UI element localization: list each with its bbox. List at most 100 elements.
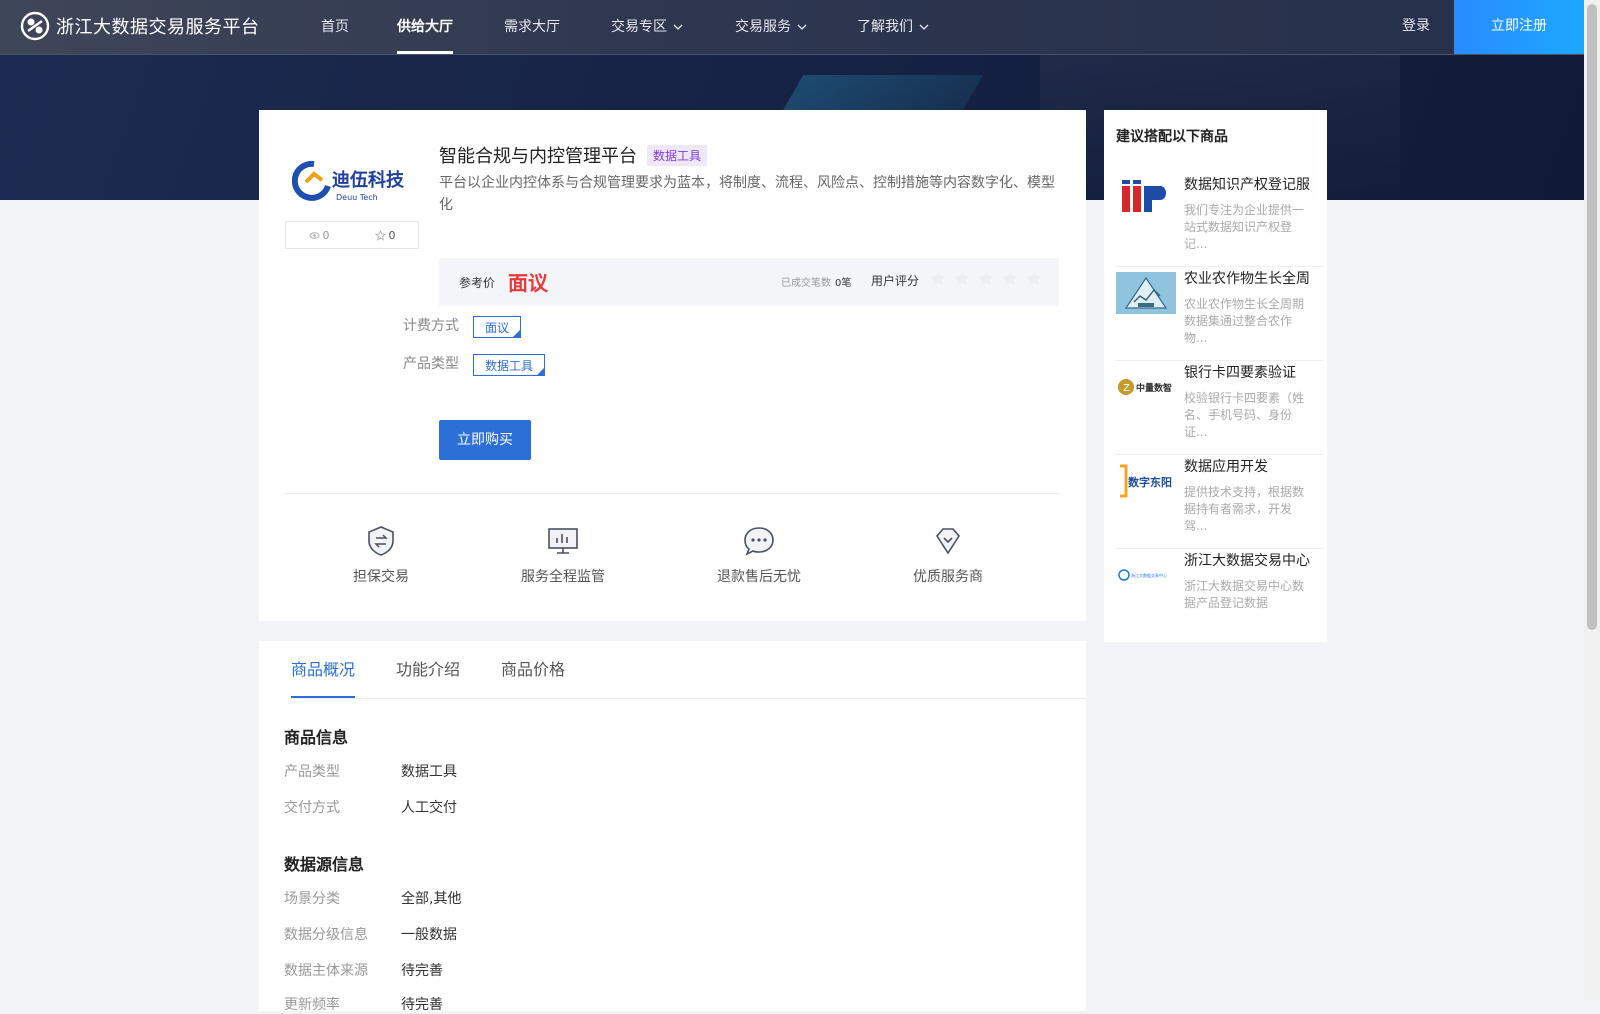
guarantee-escrow: 担保交易: [353, 524, 409, 586]
info-label: 场景分类: [284, 891, 340, 907]
rec-thumbnail: 数字东阳: [1116, 460, 1176, 502]
chevron-down-icon: [673, 24, 683, 30]
rating-stars: [929, 270, 1049, 288]
nav-supply-hall[interactable]: 供给大厅: [397, 0, 453, 54]
guarantee-label: 优质服务商: [913, 569, 983, 585]
rec-thumbnail: 浙江大数据交易中心: [1116, 554, 1176, 596]
billing-label: 计费方式: [403, 318, 459, 334]
product-card: 迪伍科技 Deuu Tech 0 0 智能合规与内控管理平台 数据工具 平台以企…: [259, 110, 1086, 621]
rec-description: 校验银行卡四要素（姓名、手机号码、身份证...: [1184, 391, 1305, 439]
guarantee-refund: 退款售后无忧: [717, 524, 801, 586]
product-type-label: 产品类型: [403, 356, 459, 372]
info-value: 全部,其他: [401, 891, 462, 907]
info-value: 一般数据: [401, 927, 457, 943]
top-navigation-bar: 浙江大数据交易服务平台 首页 供给大厅 需求大厅 交易专区 交易服务 了解我们 …: [0, 0, 1584, 55]
product-description: 平台以企业内控体系与合规管理要求为蓝本，将制度、流程、风险点、控制措施等内容数字…: [439, 175, 1055, 213]
rating-star-icon[interactable]: [977, 270, 995, 288]
divider: [285, 493, 1059, 494]
svg-text:Z: Z: [1123, 383, 1130, 394]
deal-count: 已成交笔数 0笔: [781, 274, 851, 289]
brand-name: 浙江大数据交易服务平台: [56, 17, 260, 38]
agriculture-chart-icon: [1124, 276, 1168, 309]
info-label: 产品类型: [284, 764, 340, 780]
info-label: 交付方式: [284, 800, 340, 816]
tab-overview[interactable]: 商品概况: [291, 641, 356, 698]
tabs-divider: [291, 698, 1086, 699]
nav-home[interactable]: 首页: [321, 0, 349, 54]
guarantee-supervision: 服务全程监管: [521, 524, 605, 586]
monitor-chart-icon: [548, 528, 578, 554]
svg-text:中量数智: 中量数智: [1136, 382, 1172, 394]
info-value: 数据工具: [401, 764, 457, 780]
rating-label: 用户评分: [871, 274, 920, 288]
rating-star-icon[interactable]: [953, 270, 971, 288]
main-nav: 首页 供给大厅 需求大厅 交易专区 交易服务 了解我们: [312, 0, 929, 54]
star-outline-icon: [374, 229, 386, 241]
chevron-down-icon: [919, 24, 929, 30]
price-bar: 参考价 面议 已成交笔数 0笔 用户评分: [439, 258, 1059, 306]
nav-trade-zone[interactable]: 交易专区: [611, 0, 683, 54]
eye-icon: [308, 231, 320, 239]
tab-features[interactable]: 功能介绍: [396, 641, 460, 698]
recommendation-item[interactable]: 数据知识产权登记服 我们专注为企业提供一站式数据知识产权登记...: [1116, 172, 1323, 267]
deal-count-label: 已成交笔数: [781, 278, 831, 289]
section-title-product-info: 商品信息: [284, 728, 349, 747]
product-title: 智能合规与内控管理平台: [439, 146, 637, 167]
product-title-row: 智能合规与内控管理平台 数据工具: [439, 142, 708, 168]
recommendation-item[interactable]: 数字东阳 数据应用开发 提供技术支持，根据数据持有者需求，开发驾...: [1116, 454, 1323, 549]
recommendations-title: 建议搭配以下商品: [1116, 129, 1228, 145]
rating-star-icon[interactable]: [929, 270, 947, 288]
rating-star-icon[interactable]: [1025, 270, 1043, 288]
nav-label: 需求大厅: [504, 19, 560, 35]
brand-logo-icon: [20, 11, 50, 41]
login-link[interactable]: 登录: [1402, 0, 1430, 54]
product-stats: 0 0: [285, 221, 419, 249]
register-button[interactable]: 立即注册: [1454, 0, 1584, 54]
nav-about-us[interactable]: 了解我们: [857, 0, 929, 54]
recommendation-item[interactable]: 农业农作物生长全周 农业农作物生长全周期数据集通过整合农作物...: [1116, 266, 1323, 361]
product-type-option[interactable]: 数据工具: [473, 354, 546, 376]
diamond-icon: [936, 528, 960, 555]
guarantee-label: 担保交易: [353, 569, 409, 585]
guarantee-label: 退款售后无忧: [717, 569, 801, 585]
info-value: 待完善: [401, 963, 443, 979]
recommendation-item[interactable]: 浙江大数据交易中心 浙江大数据交易中心 浙江大数据交易中心数据产品登记数据: [1116, 548, 1323, 642]
buy-now-button[interactable]: 立即购买: [439, 420, 531, 460]
nav-label: 交易服务: [735, 19, 791, 35]
svg-text:数字东阳: 数字东阳: [1128, 475, 1172, 489]
guarantee-label: 服务全程监管: [521, 569, 605, 585]
rec-thumbnail: [1116, 178, 1176, 220]
price-label: 参考价: [459, 276, 496, 290]
billing-option[interactable]: 面议: [473, 316, 522, 338]
svg-text:迪伍科技: 迪伍科技: [332, 169, 405, 191]
rec-thumbnail: Z 中量数智: [1116, 366, 1176, 408]
favorite-count[interactable]: 0: [374, 228, 396, 242]
shield-exchange-icon: [368, 526, 394, 556]
nav-demand-hall[interactable]: 需求大厅: [504, 0, 560, 54]
tab-pricing[interactable]: 商品价格: [501, 641, 565, 698]
view-count: 0: [308, 228, 330, 242]
rating-star-icon[interactable]: [1001, 270, 1019, 288]
scrollbar-thumb[interactable]: [1587, 4, 1597, 630]
deal-count-value: 0笔: [835, 278, 852, 289]
digital-dongyang-logo-icon: 数字东阳: [1120, 464, 1172, 498]
iip-logo-icon: [1122, 180, 1166, 212]
svg-text:浙江大数据交易中心: 浙江大数据交易中心: [1131, 572, 1167, 578]
nav-label: 首页: [321, 19, 349, 35]
recommendation-item[interactable]: Z 中量数智 银行卡四要素验证 校验银行卡四要素（姓名、手机号码、身份证...: [1116, 360, 1323, 455]
info-label: 数据主体来源: [284, 963, 368, 979]
zhongliang-logo-icon: Z 中量数智: [1118, 379, 1172, 395]
view-count-value: 0: [322, 228, 330, 242]
rec-thumbnail: [1116, 272, 1176, 314]
brand[interactable]: 浙江大数据交易服务平台: [20, 11, 260, 41]
nav-label: 供给大厅: [397, 19, 453, 35]
nav-trade-service[interactable]: 交易服务: [735, 0, 807, 54]
svg-text:Deuu Tech: Deuu Tech: [336, 193, 378, 202]
nav-label: 了解我们: [857, 19, 913, 35]
product-details-panel: 商品概况 功能介绍 商品价格 商品信息 产品类型 数据工具 交付方式 人工交付 …: [259, 641, 1086, 1013]
guarantee-quality-provider: 优质服务商: [913, 524, 983, 586]
page-scrollbar[interactable]: [1584, 0, 1600, 1000]
section-title-data-source: 数据源信息: [284, 855, 365, 874]
favorite-count-value: 0: [388, 228, 396, 242]
price-value: 面议: [508, 271, 548, 295]
